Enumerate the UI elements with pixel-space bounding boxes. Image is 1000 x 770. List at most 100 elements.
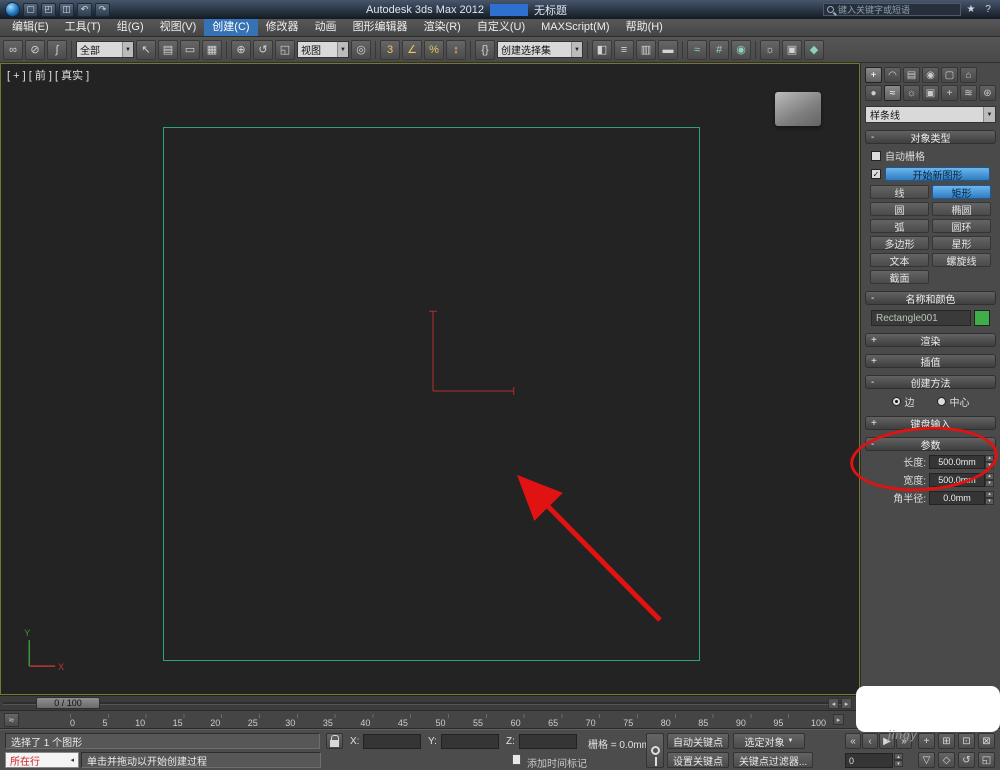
undo-icon[interactable]: ↶	[77, 2, 92, 17]
parameters-rollout-header[interactable]: - 参数	[865, 437, 996, 452]
spin-up-icon[interactable]: ▴	[985, 490, 994, 498]
menu-customize[interactable]: 自定义(U)	[469, 19, 533, 36]
keyboard-entry-rollout-header[interactable]: + 键盘输入	[865, 416, 996, 431]
bind-to-space-warp-icon[interactable]: ∫	[47, 39, 67, 60]
z-coordinate-input[interactable]	[519, 734, 577, 749]
rectangle-button[interactable]: 矩形	[932, 185, 991, 200]
menu-views[interactable]: 视图(V)	[152, 19, 205, 36]
hierarchy-tab-icon[interactable]: ▤	[903, 67, 920, 83]
arc-button[interactable]: 弧	[870, 219, 929, 234]
display-tab-icon[interactable]: ▢	[941, 67, 958, 83]
ngon-button[interactable]: 多边形	[870, 236, 929, 251]
modify-tab-icon[interactable]: ◠	[884, 67, 901, 83]
track-bar[interactable]: ≈ 0 5 10 15 20 25 30 35 40 45 50 55 60 6…	[0, 710, 1000, 729]
listener-dropdown-icon[interactable]: ◂	[70, 756, 74, 764]
selected-object-dropdown[interactable]: 选定对象 ▼	[733, 733, 805, 749]
spin-down-icon[interactable]: ▾	[985, 461, 994, 469]
select-object-icon[interactable]: ↖	[136, 39, 156, 60]
next-frame-arrow[interactable]: ▸	[841, 698, 852, 709]
field-of-view-icon[interactable]: ▽	[918, 752, 935, 768]
length-spinner[interactable]: 500.0mm ▴ ▾	[929, 454, 994, 469]
current-frame-input[interactable]: 0	[845, 753, 893, 768]
width-value[interactable]: 500.0mm	[929, 472, 985, 487]
spin-down-icon[interactable]: ▾	[985, 497, 994, 505]
systems-category-icon[interactable]: ⊛	[979, 85, 996, 101]
menu-animation[interactable]: 动画	[307, 19, 345, 36]
spacewarps-category-icon[interactable]: ≋	[960, 85, 977, 101]
maxscript-mini-listener[interactable]: 所在行 ◂	[5, 752, 79, 768]
key-filters-button[interactable]: 关键点过滤器...	[733, 752, 813, 768]
mirror-icon[interactable]: ◧	[592, 39, 612, 60]
geometry-category-icon[interactable]: ●	[865, 85, 882, 101]
render-setup-icon[interactable]: ☼	[760, 39, 780, 60]
rectangular-selection-region-icon[interactable]: ▭	[180, 39, 200, 60]
create-tab-icon[interactable]: +	[865, 67, 882, 83]
menu-create[interactable]: 创建(C)	[204, 19, 258, 36]
shape-category-dropdown[interactable]: 样条线 ▼	[865, 106, 996, 123]
set-key-mode-button[interactable]: 设置关键点	[667, 752, 729, 768]
app-menu-logo-icon[interactable]	[5, 2, 20, 17]
spin-up-icon[interactable]: ▴	[985, 472, 994, 480]
select-and-scale-icon[interactable]: ◱	[275, 39, 295, 60]
selection-filter-dropdown[interactable]: 全部 ▼	[76, 41, 134, 58]
previous-frame-button[interactable]: ‹	[862, 733, 878, 749]
time-slider-track[interactable]	[3, 702, 852, 705]
auto-key-button[interactable]: 自动关键点	[667, 733, 729, 749]
object-type-rollout-header[interactable]: - 对象类型	[865, 130, 996, 145]
shapes-category-icon[interactable]: ≈	[884, 85, 901, 101]
creation-method-center-radio[interactable]: 中心	[936, 394, 970, 409]
rendered-frame-window-icon[interactable]: ▣	[782, 39, 802, 60]
curve-editor-icon[interactable]: ≈	[687, 39, 707, 60]
angle-snap-icon[interactable]: ∠	[402, 39, 422, 60]
dropdown-arrow-icon[interactable]: ▼	[337, 42, 348, 57]
autogrid-checkbox[interactable]	[871, 150, 881, 161]
front-viewport[interactable]: [ + ] [ 前 ] [ 真实 ] X Y	[0, 63, 860, 695]
schematic-view-icon[interactable]: #	[709, 39, 729, 60]
select-and-move-icon[interactable]: ⊕	[231, 39, 251, 60]
zoom-icon[interactable]: +	[918, 733, 935, 749]
y-coordinate-input[interactable]	[441, 734, 499, 749]
crossing-selection-icon[interactable]: ▦	[202, 39, 222, 60]
corner-radius-spinner[interactable]: 0.0mm ▴ ▾	[929, 490, 994, 505]
object-name-input[interactable]: Rectangle001	[871, 310, 971, 326]
line-button[interactable]: 线	[870, 185, 929, 200]
menu-modifiers[interactable]: 修改器	[258, 19, 307, 36]
align-icon[interactable]: ≡	[614, 39, 634, 60]
go-to-start-button[interactable]: «	[845, 733, 861, 749]
cameras-category-icon[interactable]: ▣	[922, 85, 939, 101]
x-coordinate-input[interactable]	[363, 734, 421, 749]
time-slider[interactable]: 0 / 100 ◂ ▸	[0, 695, 1000, 710]
menu-graph-editors[interactable]: 图形编辑器	[345, 19, 416, 36]
mini-curve-editor-button[interactable]: ≈	[4, 713, 19, 727]
utilities-tab-icon[interactable]: ⌂	[960, 67, 977, 83]
zoom-all-icon[interactable]: ⊞	[938, 733, 955, 749]
time-slider-handle[interactable]: 0 / 100	[36, 697, 100, 709]
menu-maxscript[interactable]: MAXScript(M)	[533, 19, 617, 36]
spin-up-icon[interactable]: ▴	[894, 753, 903, 760]
object-color-swatch[interactable]	[974, 310, 990, 326]
ribbon-toggle-icon[interactable]: ▬	[658, 39, 678, 60]
trackbar-next-arrow[interactable]: ▸	[833, 714, 844, 725]
start-new-shape-button[interactable]: 开始新图形	[885, 167, 990, 182]
frame-spinner[interactable]: ▴ ▾	[894, 753, 903, 767]
text-button[interactable]: 文本	[870, 253, 929, 268]
creation-method-edge-radio[interactable]: 边	[891, 394, 915, 409]
ellipse-button[interactable]: 椭圆	[932, 202, 991, 217]
selection-lock-toggle[interactable]	[326, 733, 343, 749]
dropdown-arrow-icon[interactable]: ▼	[571, 42, 582, 57]
infocenter-search-input[interactable]: 键入关键字或短语	[823, 3, 961, 16]
motion-tab-icon[interactable]: ◉	[922, 67, 939, 83]
named-selection-sets-dropdown[interactable]: 创建选择集 ▼	[497, 41, 583, 58]
material-editor-icon[interactable]: ◉	[731, 39, 751, 60]
select-by-name-icon[interactable]: ▤	[158, 39, 178, 60]
zoom-extents-all-icon[interactable]: ⊠	[978, 733, 995, 749]
menu-help[interactable]: 帮助(H)	[618, 19, 671, 36]
menu-tools[interactable]: 工具(T)	[57, 19, 109, 36]
helpers-category-icon[interactable]: +	[941, 85, 958, 101]
dropdown-arrow-icon[interactable]: ▼	[122, 42, 133, 57]
dropdown-arrow-icon[interactable]: ▼	[983, 107, 995, 122]
layer-manager-icon[interactable]: ▥	[636, 39, 656, 60]
spin-down-icon[interactable]: ▾	[985, 479, 994, 487]
menu-rendering[interactable]: 渲染(R)	[416, 19, 469, 36]
snaps-toggle-icon[interactable]: 3	[380, 39, 400, 60]
